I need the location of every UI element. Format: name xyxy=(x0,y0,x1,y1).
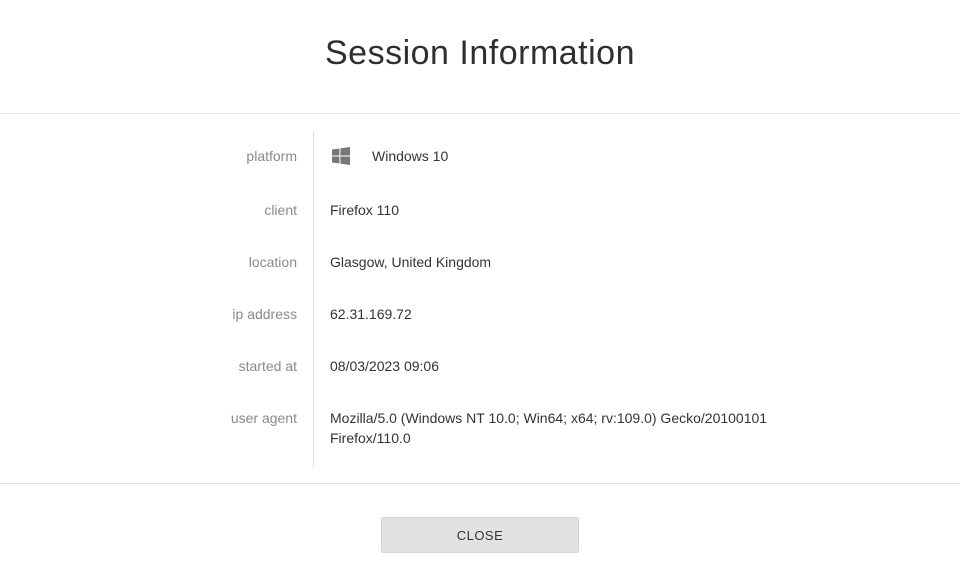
started-at-value: 08/03/2023 09:06 xyxy=(330,358,439,374)
info-row-client: client Firefox 110 xyxy=(0,200,960,220)
platform-value-container: Windows 10 xyxy=(332,146,782,166)
info-row-started-at: started at 08/03/2023 09:06 xyxy=(0,356,960,376)
client-label: client xyxy=(264,202,297,218)
location-value: Glasgow, United Kingdom xyxy=(330,254,492,270)
windows-icon xyxy=(332,147,350,165)
session-info-dialog: Session Information platform Windows 10 … xyxy=(0,0,960,576)
client-value: Firefox 110 xyxy=(330,202,399,218)
close-button[interactable]: CLOSE xyxy=(381,517,579,553)
ip-address-value: 62.31.169.72 xyxy=(330,306,412,322)
dialog-body: platform Windows 10 client Firefox 110 l… xyxy=(0,114,960,483)
info-row-user-agent: user agent Mozilla/5.0 (Windows NT 10.0;… xyxy=(0,408,960,448)
info-row-location: location Glasgow, United Kingdom xyxy=(0,252,960,272)
dialog-footer: CLOSE xyxy=(0,483,960,576)
ip-address-label: ip address xyxy=(232,306,297,322)
dialog-header: Session Information xyxy=(0,0,960,114)
dialog-title: Session Information xyxy=(325,34,635,72)
user-agent-value: Mozilla/5.0 (Windows NT 10.0; Win64; x64… xyxy=(330,410,768,446)
info-row-ip-address: ip address 62.31.169.72 xyxy=(0,304,960,324)
platform-label: platform xyxy=(246,148,297,164)
platform-value: Windows 10 xyxy=(372,148,449,164)
started-at-label: started at xyxy=(238,358,297,374)
user-agent-label: user agent xyxy=(230,410,297,426)
location-label: location xyxy=(248,254,297,270)
info-row-platform: platform Windows 10 xyxy=(0,146,960,166)
